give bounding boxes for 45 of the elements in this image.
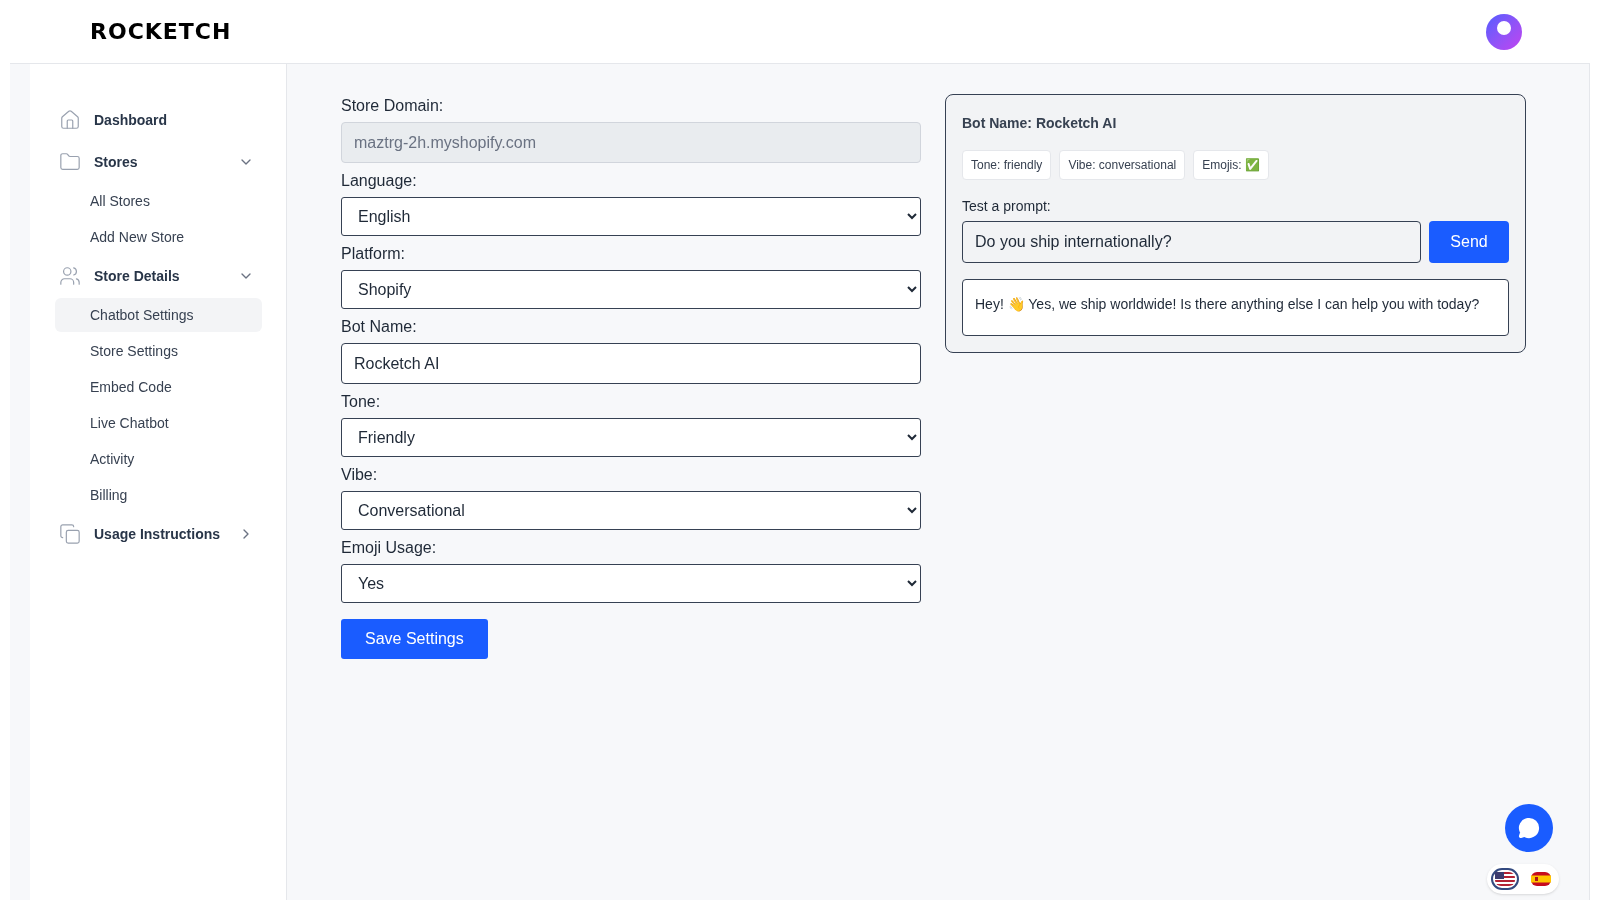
preview-title: Bot Name: Rocketch AI — [962, 114, 1118, 133]
sidebar-subitem[interactable]: Billing — [55, 478, 262, 512]
field-label: Tone: — [341, 392, 382, 412]
us-flag-icon — [1495, 872, 1515, 886]
field-label: Emoji Usage: — [341, 538, 438, 558]
nav-icon — [59, 523, 81, 545]
prompt-label: Test a prompt: — [962, 197, 1052, 216]
spain-flag-icon — [1531, 872, 1551, 886]
dropdown-field[interactable]: English — [341, 197, 921, 236]
dropdown-field[interactable]: Yes — [341, 564, 921, 603]
save-settings-button[interactable]: Save Settings — [341, 619, 488, 659]
nav-icon — [59, 109, 81, 131]
sidebar-subitem[interactable]: Store Settings — [55, 334, 262, 368]
sidebar-subitem[interactable]: All Stores — [55, 184, 262, 218]
setting-tag: Vibe: conversational — [1059, 150, 1186, 180]
logo[interactable]: ROCKETCH — [90, 15, 232, 48]
prompt-field[interactable]: Do you ship internationally? — [962, 221, 1421, 263]
avatar-icon[interactable] — [1486, 13, 1522, 50]
bot-response: Hey! 👋 Yes, we ship worldwide! Is there anything else I can help you with today? — [962, 279, 1509, 336]
send-button[interactable]: Send — [1429, 221, 1509, 263]
sidebar-subitem[interactable]: Activity — [55, 442, 262, 476]
field-label: Store Domain: — [341, 96, 445, 116]
chat-button[interactable] — [1505, 804, 1553, 852]
field-label: Bot Name: — [341, 317, 418, 337]
dropdown-field[interactable]: Shopify — [341, 270, 921, 309]
sidebar-subitem[interactable]: Live Chatbot — [55, 406, 262, 440]
sidebar-item[interactable]: Stores — [55, 142, 262, 182]
sidebar-subitem[interactable]: Add New Store — [55, 220, 262, 254]
field-label: Vibe: — [341, 465, 379, 485]
sidebar-subitem[interactable]: Chatbot Settings — [55, 298, 262, 332]
sidebar-item[interactable]: Dashboard — [55, 100, 262, 140]
language-option[interactable] — [1491, 868, 1519, 890]
setting-tag: Tone: friendly — [962, 150, 1052, 180]
chat-bubble-icon — [1518, 817, 1540, 839]
field-label: Platform: — [341, 244, 406, 264]
sidebar-item[interactable]: Store Details — [55, 256, 262, 296]
nav-icon — [59, 151, 81, 173]
dropdown-field[interactable]: Friendly — [341, 418, 921, 457]
text-field[interactable]: Rocketch AI — [341, 343, 921, 384]
nav-icon — [59, 265, 81, 287]
setting-tag: Emojis: ✅ — [1193, 150, 1269, 180]
field-label: Language: — [341, 171, 418, 191]
sidebar-item[interactable]: Usage Instructions — [55, 514, 262, 554]
dropdown-field[interactable]: Conversational — [341, 491, 921, 530]
sidebar-subitem[interactable]: Embed Code — [55, 370, 262, 404]
